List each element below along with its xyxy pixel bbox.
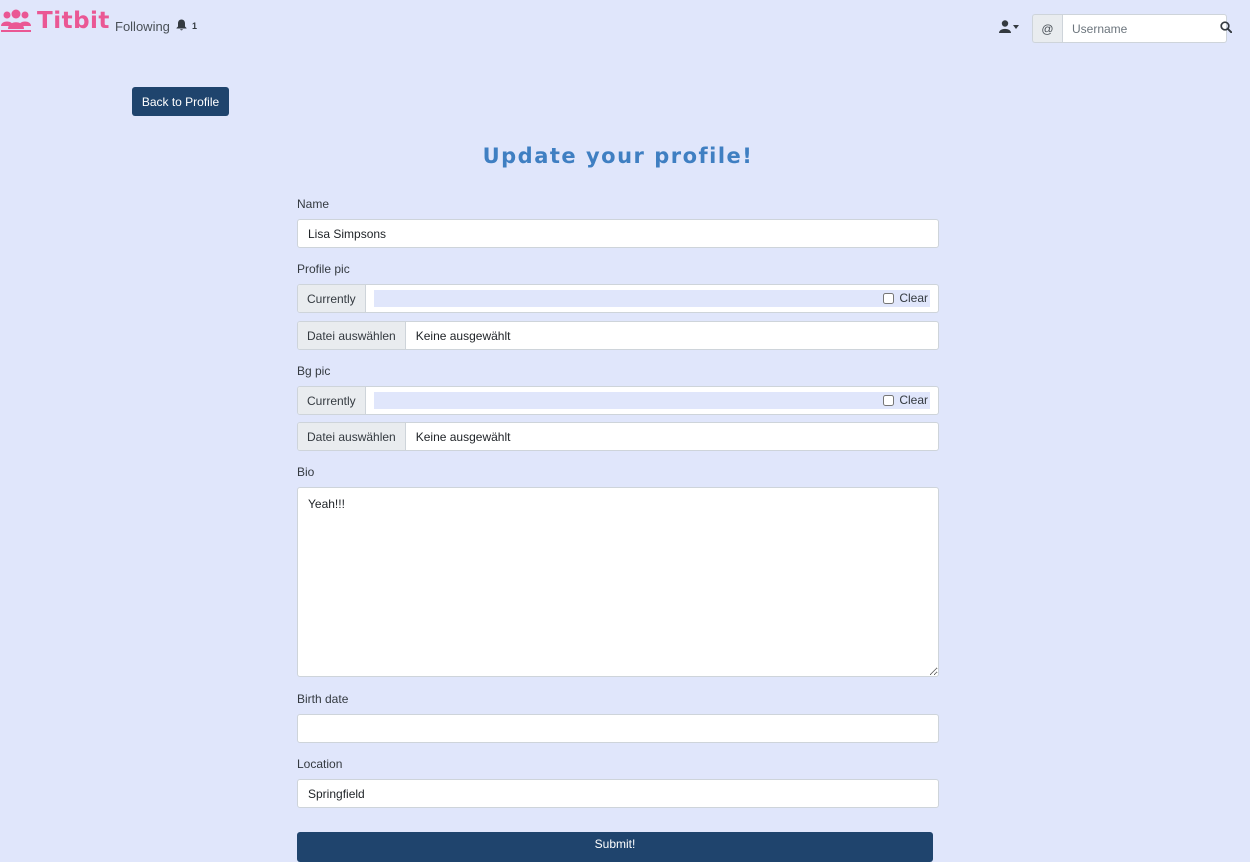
bg-pic-currently-label: Currently — [298, 387, 366, 414]
brand-name: Titbit — [37, 8, 110, 34]
profile-pic-file-input[interactable]: Datei auswählen Keine ausgewählt — [297, 321, 939, 350]
user-menu-dropdown[interactable] — [999, 20, 1019, 33]
search-icon — [1220, 21, 1233, 34]
birth-date-input[interactable] — [297, 714, 939, 743]
bg-pic-file-input[interactable]: Datei auswählen Keine ausgewählt — [297, 422, 939, 451]
brand-link[interactable]: Titbit — [1, 6, 110, 36]
user-search: @ — [1032, 14, 1227, 43]
bg-pic-current-file — [374, 392, 930, 409]
profile-pic-clear-checkbox[interactable] — [883, 292, 895, 304]
bg-pic-current: Currently Clear — [297, 386, 939, 415]
navbar: Titbit Following 1 @ — [0, 0, 1250, 56]
birth-date-label: Birth date — [297, 692, 349, 706]
notifications-button[interactable]: 1 — [176, 19, 197, 31]
profile-pic-choose-button[interactable]: Datei auswählen — [298, 322, 406, 349]
back-to-profile-button[interactable]: Back to Profile — [132, 87, 229, 116]
search-button[interactable] — [1220, 20, 1233, 38]
profile-pic-currently-label: Currently — [298, 285, 366, 312]
bg-pic-label: Bg pic — [297, 364, 331, 378]
notification-count: 1 — [192, 21, 198, 31]
profile-pic-clear[interactable]: Clear — [883, 291, 928, 305]
name-label: Name — [297, 197, 330, 211]
at-addon: @ — [1032, 14, 1062, 43]
location-input[interactable] — [297, 779, 939, 808]
chevron-down-icon — [1013, 24, 1019, 29]
bio-textarea[interactable]: Yeah!!! — [297, 487, 939, 677]
users-icon — [1, 9, 31, 32]
location-label: Location — [297, 757, 343, 771]
bg-pic-clear-checkbox[interactable] — [883, 394, 895, 406]
nav-following-link[interactable]: Following — [115, 19, 170, 34]
profile-pic-current-file — [374, 290, 930, 307]
profile-pic-label: Profile pic — [297, 262, 350, 276]
bio-label: Bio — [297, 465, 315, 479]
submit-button[interactable]: Submit! — [297, 832, 933, 862]
bell-icon — [176, 19, 187, 31]
profile-pic-file-value: Keine ausgewählt — [415, 328, 511, 343]
user-icon — [999, 20, 1011, 33]
profile-pic-clear-label: Clear — [899, 291, 928, 305]
username-search-input[interactable] — [1062, 14, 1227, 43]
bg-pic-choose-button[interactable]: Datei auswählen — [298, 423, 406, 450]
bg-pic-clear[interactable]: Clear — [883, 393, 928, 407]
bg-pic-clear-label: Clear — [899, 393, 928, 407]
bg-pic-file-value: Keine ausgewählt — [415, 429, 511, 444]
profile-pic-current: Currently Clear — [297, 284, 939, 313]
name-input[interactable] — [297, 219, 939, 248]
page-title: Update your profile! — [482, 144, 754, 168]
